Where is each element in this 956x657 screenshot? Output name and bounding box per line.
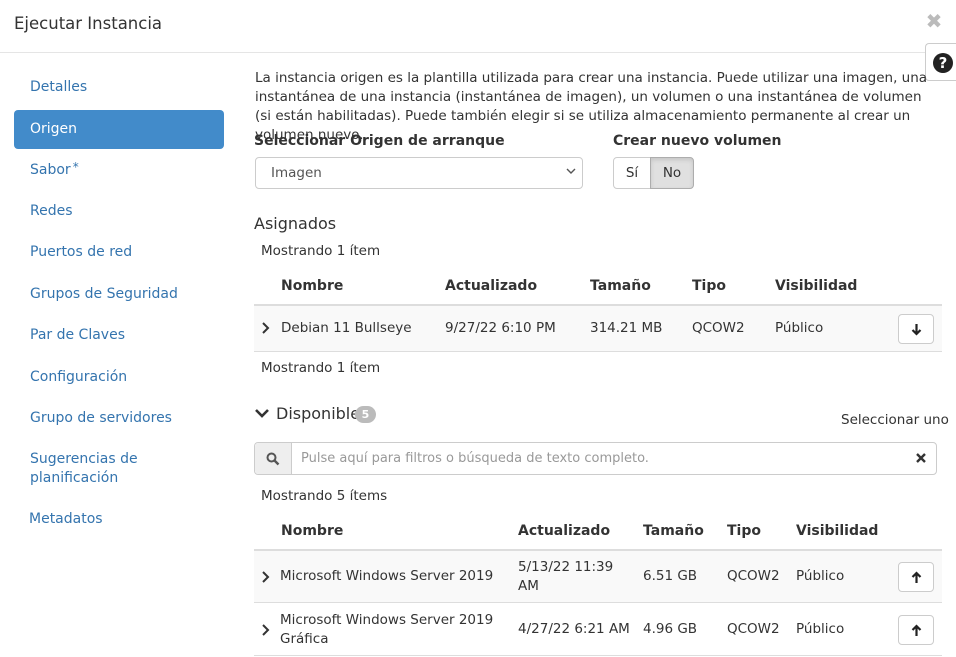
sidebar-item-redes[interactable]: Redes [14,202,224,221]
column-header-type: Tipo [692,278,726,294]
boot-source-label: Seleccionar Origen de arranque [254,133,505,149]
column-header-visibility: Visibilidad [775,278,858,294]
sidebar-item-configuracion[interactable]: Configuración [14,368,224,387]
divider [254,351,942,352]
modal-title: Ejecutar Instancia [14,14,163,33]
chevron-right-icon[interactable] [261,624,271,636]
create-volume-no-button[interactable]: No [650,157,694,189]
chevron-down-icon[interactable] [254,407,270,421]
sidebar-item-label: Redes [30,203,73,219]
column-header-size: Tamaño [590,278,651,294]
chevron-down-icon [566,168,576,174]
sidebar-item-label: Detalles [30,79,88,95]
clear-filter-icon[interactable] [914,451,928,465]
boot-source-select[interactable]: Imagen [255,157,583,189]
sidebar-item-sabor[interactable]: Sabor * [14,160,224,180]
sidebar-item-detalles[interactable]: Detalles [14,78,224,97]
search-input[interactable] [299,444,899,473]
sidebar-item-label: Metadatos [29,511,103,527]
divider [254,602,942,603]
boot-source-value: Imagen [271,165,322,181]
allocate-button[interactable] [898,615,934,645]
allocated-count-bottom: Mostrando 1 ítem [261,360,381,376]
column-header-name: Nombre [281,523,344,539]
chevron-right-icon[interactable] [261,571,271,583]
column-header-updated: Actualizado [445,278,538,294]
row-name: Microsoft Windows Server 2019 Gráfica [280,612,494,647]
sidebar-item-label: Sugerencias de planificación [30,451,138,486]
deallocate-button[interactable] [898,314,934,344]
search-icon [266,452,280,466]
row-updated: 9/27/22 6:10 PM [445,320,556,336]
sidebar-item-par-de-claves[interactable]: Par de Claves [14,326,224,345]
column-header-name: Nombre [281,278,344,294]
available-count: Mostrando 5 ítems [261,488,388,504]
row-visibility: Público [796,621,845,637]
row-size: 314.21 MB [590,320,663,336]
sidebar-item-label: Grupo de servidores [30,410,172,426]
sidebar-item-label: Puertos de red [30,244,133,260]
sidebar-item-grupos-de-seguridad[interactable]: Grupos de Seguridad [14,285,224,304]
sidebar-item-sugerencias[interactable]: Sugerencias de planificación [14,450,164,488]
sidebar-item-puertos-de-red[interactable]: Puertos de red [14,243,224,262]
row-size: 6.51 GB [643,568,698,584]
row-type: QCOW2 [727,621,780,637]
sidebar-item-label: Origen [30,121,78,137]
sidebar-item-grupo-de-servidores[interactable]: Grupo de servidores [14,409,224,428]
sidebar-item-label: Sabor [30,162,71,178]
select-one-hint: Seleccionar uno [841,412,949,428]
chevron-right-icon[interactable] [261,322,271,334]
sidebar-item-label: Configuración [30,369,128,385]
create-volume-label: Crear nuevo volumen [613,133,782,149]
column-header-visibility: Visibilidad [796,523,879,539]
column-header-size: Tamaño [643,523,704,539]
modal-header: Ejecutar Instancia ✖ [0,0,956,53]
row-updated: 4/27/22 6:21 AM [518,621,630,637]
arrow-up-icon [911,624,922,636]
allocated-title: Asignados [254,214,337,233]
allocate-button[interactable] [898,562,934,592]
required-mark: * [72,160,79,174]
arrow-down-icon [911,324,922,336]
search-addon [255,443,292,474]
filter-bar [254,442,937,475]
divider [254,655,942,656]
sidebar-item-origen[interactable]: Origen [14,110,224,149]
sidebar-item-metadatos[interactable]: Metadatos [14,510,224,529]
sidebar-item-label: Grupos de Seguridad [30,286,178,302]
allocated-count-top: Mostrando 1 ítem [261,243,381,259]
column-header-updated: Actualizado [518,523,611,539]
arrow-up-icon [911,571,922,583]
available-count-badge: 5 [355,406,376,423]
row-updated: 5/13/22 11:39 AM [518,559,614,594]
available-title[interactable]: Disponible [276,404,360,423]
column-header-type: Tipo [727,523,761,539]
row-name: Debian 11 Bullseye [281,320,412,336]
row-name: Microsoft Windows Server 2019 [280,568,494,584]
row-visibility: Público [775,320,824,336]
row-visibility: Público [796,568,845,584]
row-size: 4.96 GB [643,621,698,637]
row-type: QCOW2 [727,568,780,584]
create-volume-yes-button[interactable]: Sí [613,157,651,189]
sidebar-item-label: Par de Claves [30,327,125,343]
close-icon[interactable]: ✖ [924,10,944,32]
row-type: QCOW2 [692,320,745,336]
